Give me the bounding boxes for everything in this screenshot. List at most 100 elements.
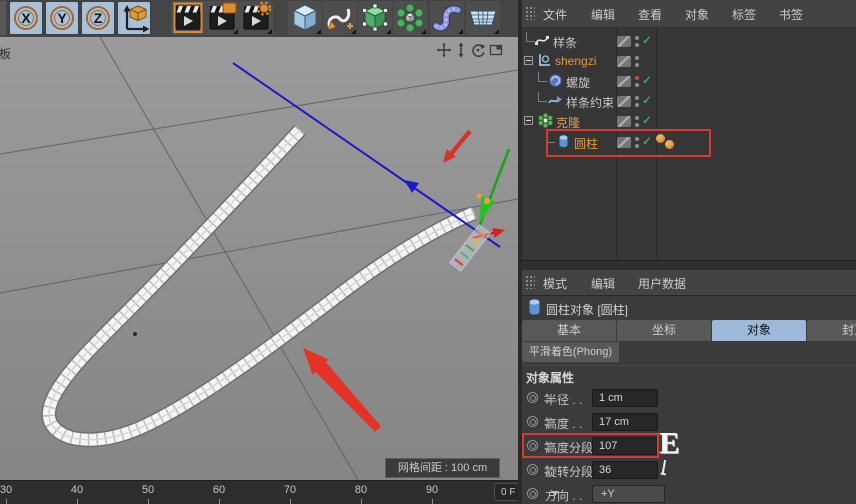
lock-y-axis-button[interactable]: Y [45, 1, 79, 35]
chevron-down-icon [551, 491, 559, 496]
field-orientation: 方向 . . +Y [522, 484, 752, 504]
rope-object [49, 130, 474, 440]
om-menu-view[interactable]: 查看 [638, 6, 662, 23]
tutorial-highlight-cylinder-row [546, 129, 711, 157]
tab-coordinates[interactable]: 坐标 [617, 320, 711, 341]
freehand-spline-button[interactable] [323, 1, 357, 35]
enable-check[interactable]: ✓ [642, 113, 652, 127]
render-to-picture-viewer-button[interactable] [205, 1, 239, 35]
timeline-tick: 30 [0, 484, 17, 496]
timeline-tick: 90 [421, 484, 443, 496]
tree-row-spline-wrap[interactable]: 样条约束 ✓ [522, 91, 856, 111]
radius-input[interactable]: 1 cm [592, 389, 658, 407]
stepper-icon[interactable] [544, 465, 551, 476]
spline-icon [535, 33, 550, 48]
stepper-icon[interactable] [544, 417, 551, 428]
current-frame-field[interactable]: 0 F [494, 483, 518, 501]
right-panel: 文件 编辑 查看 对象 标签 书签 样条 ✓ [522, 0, 856, 504]
attribute-manager-menubar: 模式 编辑 用户数据 [522, 270, 856, 296]
edit-render-settings-button[interactable] [239, 1, 273, 35]
field-rotation-segments: 旋转分段 36 [522, 460, 752, 481]
floor-object-icon [466, 1, 500, 35]
menubar-grip[interactable] [525, 6, 535, 20]
collapse-expander[interactable] [524, 56, 533, 65]
om-menu-bookmark[interactable]: 书签 [779, 6, 803, 23]
collapse-expander[interactable] [524, 116, 533, 125]
coordinate-system-button[interactable] [117, 1, 151, 35]
stepper-icon[interactable] [544, 393, 551, 404]
visibility-toggle[interactable] [617, 96, 631, 107]
annotation-arrow-big [303, 348, 381, 432]
orientation-dropdown[interactable]: +Y [592, 485, 665, 503]
spline-pen-icon [323, 1, 357, 35]
timeline-tick: 80 [350, 484, 372, 496]
z-axis-icon: Z [86, 6, 110, 30]
render-dots[interactable] [635, 116, 639, 120]
timeline-ruler[interactable]: 30 40 50 60 70 80 90 0 F [0, 480, 518, 504]
tab-basic[interactable]: 基本 [522, 320, 616, 341]
key-radio-icon[interactable] [527, 488, 538, 499]
render-settings-icon [239, 1, 273, 35]
y-axis-gizmo [479, 149, 509, 227]
lock-x-axis-button[interactable]: X [9, 1, 43, 35]
y-axis-icon: Y [50, 6, 74, 30]
om-menu-file[interactable]: 文件 [543, 6, 567, 23]
subdivision-surface-button[interactable] [358, 1, 392, 35]
tab-object[interactable]: 对象 [712, 320, 806, 341]
array-object-button[interactable] [393, 1, 427, 35]
tree-row-cloner[interactable]: 克隆 ✓ [522, 111, 856, 131]
tab-caps[interactable]: 封顶 [807, 320, 856, 341]
null-object-icon [537, 53, 552, 68]
floor-object-button[interactable] [466, 1, 500, 35]
field-height: 高度 . . 17 cm [522, 412, 752, 433]
grid-lines [0, 37, 518, 480]
3d-viewport[interactable]: 面板 [0, 37, 518, 480]
tutorial-highlight-height-segments [522, 433, 659, 458]
render-dots-red[interactable] [635, 76, 639, 80]
main-toolbar: X Y Z [0, 0, 518, 38]
enable-check[interactable]: ✓ [642, 93, 652, 107]
key-radio-icon[interactable] [527, 392, 538, 403]
x-axis-icon: X [14, 6, 38, 30]
lock-z-axis-button[interactable]: Z [81, 1, 115, 35]
visibility-toggle[interactable] [617, 36, 631, 47]
tab-phong[interactable]: 平滑着色(Phong) [522, 342, 619, 362]
rotation-segments-input[interactable]: 36 [592, 461, 658, 479]
om-menu-object[interactable]: 对象 [685, 6, 709, 23]
visibility-toggle[interactable] [617, 116, 631, 127]
timeline-tick: 50 [137, 484, 159, 496]
tree-row-shengzi[interactable]: shengzi [522, 51, 856, 71]
height-input[interactable]: 17 cm [592, 413, 658, 431]
subdivision-surface-icon [358, 1, 392, 35]
coordinate-system-icon [118, 2, 152, 36]
section-object-properties: 对象属性 [526, 369, 574, 386]
am-menu-edit[interactable]: 编辑 [591, 275, 615, 292]
render-dots[interactable] [635, 96, 639, 100]
am-menu-userdata[interactable]: 用户数据 [638, 275, 686, 292]
enable-check[interactable]: ✓ [642, 73, 652, 87]
render-view-button[interactable] [171, 1, 205, 35]
origin-point [133, 332, 137, 336]
menubar-grip[interactable] [525, 275, 535, 289]
tree-row-spline[interactable]: 样条 ✓ [522, 31, 856, 51]
spline-wrap-icon [548, 93, 563, 108]
visibility-toggle[interactable] [617, 56, 631, 67]
add-cube-button[interactable] [288, 1, 322, 35]
enable-check[interactable]: ✓ [642, 33, 652, 47]
bend-deformer-button[interactable] [430, 1, 464, 35]
key-radio-icon[interactable] [527, 416, 538, 427]
scale-handle-dot [484, 198, 490, 204]
key-radio-icon[interactable] [527, 464, 538, 475]
timeline-tick: 60 [208, 484, 230, 496]
visibility-toggle[interactable] [617, 76, 631, 87]
clipped-tool-button[interactable] [0, 1, 6, 35]
am-menu-mode[interactable]: 模式 [543, 275, 567, 292]
grid-spacing-label: 网格间距 : 100 cm [385, 458, 500, 478]
om-menu-edit[interactable]: 编辑 [591, 6, 615, 23]
render-dots[interactable] [635, 36, 639, 40]
om-menu-tags[interactable]: 标签 [732, 6, 756, 23]
timeline-tick: 70 [279, 484, 301, 496]
render-dots[interactable] [635, 56, 639, 60]
tree-row-helix[interactable]: 螺旋 ✓ [522, 71, 856, 91]
render-view-icon [171, 1, 205, 35]
